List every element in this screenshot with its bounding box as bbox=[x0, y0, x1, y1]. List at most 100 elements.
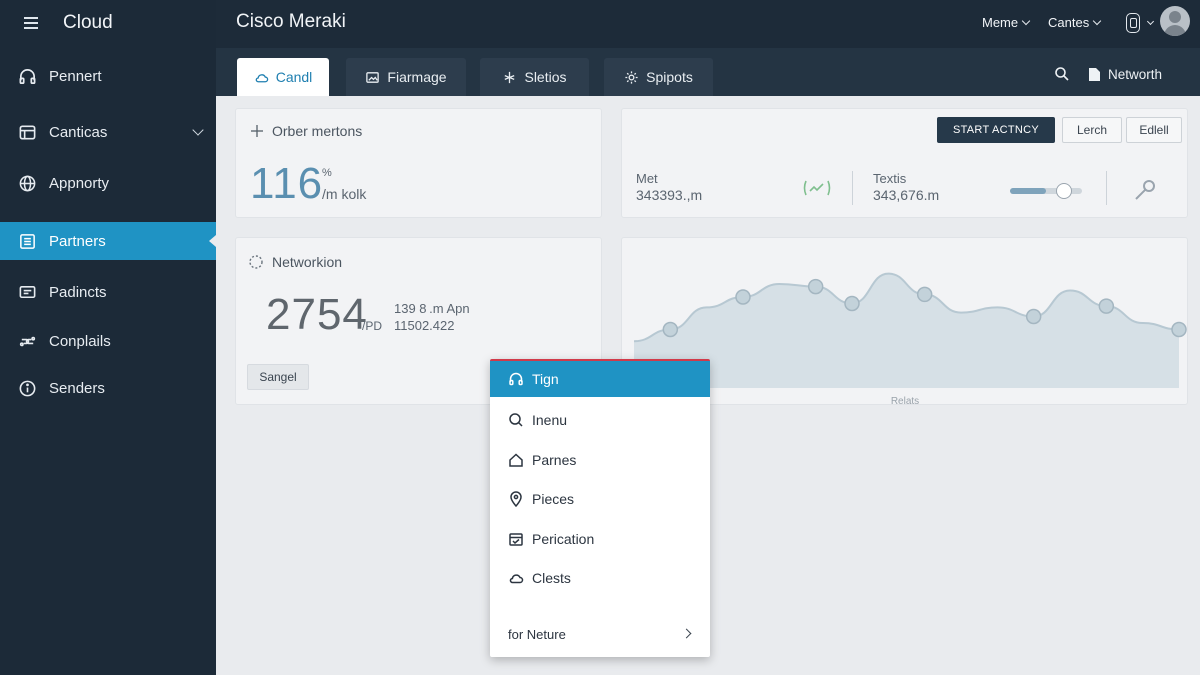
chart-area bbox=[634, 273, 1179, 388]
cloud-icon bbox=[509, 574, 524, 584]
sidebar-item-senders[interactable]: Senders bbox=[0, 369, 216, 407]
metric-value: 2754 bbox=[266, 290, 368, 339]
sidebar-item-label: Pennert bbox=[49, 67, 102, 85]
card-title: Orber mertons bbox=[250, 123, 362, 139]
edit-button[interactable]: Edlell bbox=[1126, 117, 1182, 143]
meme-dropdown[interactable]: Meme bbox=[982, 15, 1031, 30]
metric-sub: /m kolk bbox=[322, 186, 367, 202]
document-icon bbox=[1089, 68, 1100, 81]
chevron-right-icon bbox=[681, 628, 692, 639]
avatar[interactable] bbox=[1160, 6, 1190, 36]
networth-label: Networth bbox=[1108, 67, 1163, 82]
sidebar-item-label: Canticas bbox=[49, 123, 108, 141]
card-title-text: Networkion bbox=[272, 254, 343, 270]
tab-sletios[interactable]: Sletios bbox=[480, 58, 589, 96]
tab-candl[interactable]: Candl bbox=[237, 58, 329, 96]
wrench-icon[interactable] bbox=[1132, 177, 1158, 208]
sidebar-item-label: Conplails bbox=[49, 332, 111, 350]
sangel-button[interactable]: Sangel bbox=[247, 364, 309, 390]
chart-point[interactable] bbox=[807, 278, 824, 295]
menu-item-label: Parnes bbox=[532, 452, 577, 468]
menu-item-parnes[interactable]: Parnes bbox=[490, 442, 710, 478]
tab-spipots[interactable]: Spipots bbox=[604, 58, 713, 96]
menu-item-label: Perication bbox=[532, 531, 595, 547]
loading-icon bbox=[249, 255, 263, 269]
headphones-icon bbox=[509, 372, 523, 386]
chart-point[interactable] bbox=[735, 289, 751, 305]
card-title-text: Orber mertons bbox=[272, 123, 363, 139]
app-title: Cisco Meraki bbox=[236, 11, 346, 32]
metric-unit: /PD bbox=[362, 319, 383, 333]
tab-row: Candl Fiarmage Sletios Spipots Networth bbox=[216, 48, 1200, 96]
top-bar: Cisco Meraki Meme Cantes bbox=[216, 0, 1200, 48]
menu-item-perication[interactable]: Perication bbox=[490, 521, 710, 557]
chart-point[interactable] bbox=[916, 286, 933, 303]
cantes-dropdown-label: Cantes bbox=[1048, 15, 1090, 30]
menu-item-label: Tign bbox=[532, 371, 559, 387]
menu-item-clests[interactable]: Clests bbox=[490, 560, 710, 596]
lerch-button[interactable]: Lerch bbox=[1062, 117, 1122, 143]
texts-value: 343,676.m bbox=[873, 187, 940, 203]
settings-icon bbox=[625, 70, 638, 84]
search-icon bbox=[509, 413, 523, 427]
network-icon bbox=[505, 71, 515, 83]
x-axis-label: Relats bbox=[891, 396, 919, 406]
slider-fill bbox=[1010, 188, 1046, 194]
menu-item-label: Clests bbox=[532, 570, 571, 586]
chart-point[interactable] bbox=[844, 295, 860, 312]
sidebar-item-label: Partners bbox=[49, 232, 106, 250]
texts-label: Textis bbox=[873, 171, 907, 186]
device-icon[interactable] bbox=[1126, 13, 1140, 33]
plus-icon bbox=[251, 125, 263, 137]
dashboard-icon bbox=[17, 122, 37, 142]
divider bbox=[852, 171, 853, 205]
meme-dropdown-label: Meme bbox=[982, 15, 1019, 30]
sidebar-item-padincts[interactable]: Padincts bbox=[0, 273, 216, 311]
headphones-icon bbox=[17, 66, 37, 86]
tab-label: Candl bbox=[275, 69, 313, 85]
menu-item-for-neture[interactable]: for Neture bbox=[490, 616, 710, 652]
level-slider[interactable] bbox=[1010, 183, 1082, 199]
divider bbox=[1106, 171, 1107, 205]
globe-icon bbox=[17, 173, 37, 193]
cloud-icon bbox=[255, 73, 268, 82]
chart-point[interactable] bbox=[662, 321, 679, 338]
sidebar-item-partners[interactable]: Partners bbox=[0, 222, 216, 260]
metric-line2: 11502.422 bbox=[394, 318, 455, 333]
sidebar-item-pennert[interactable]: Pennert bbox=[0, 57, 216, 95]
menu-item-pieces[interactable]: Pieces bbox=[490, 481, 710, 517]
menu-item-label: Inenu bbox=[532, 412, 568, 428]
chevron-down-icon bbox=[1021, 16, 1031, 26]
dropdown-menu: Tign Inenu Parnes Pieces Perication Cles… bbox=[490, 359, 710, 657]
chart-point[interactable] bbox=[1098, 298, 1115, 314]
sidebar-item-label: Appnorty bbox=[49, 174, 110, 192]
met-value: 343393.,m bbox=[636, 187, 703, 203]
chevron-down-icon[interactable] bbox=[1146, 17, 1155, 26]
menu-item-inenu[interactable]: Inenu bbox=[490, 402, 710, 438]
metric-value: 116 bbox=[250, 159, 324, 208]
networth-link[interactable]: Networth bbox=[1088, 67, 1162, 82]
tab-label: Spipots bbox=[646, 69, 693, 85]
tab-fiarmage[interactable]: Fiarmage bbox=[346, 58, 466, 96]
document-icon bbox=[17, 282, 37, 302]
image-icon bbox=[366, 71, 380, 83]
search-icon[interactable] bbox=[1054, 66, 1070, 87]
slider-handle[interactable] bbox=[1056, 183, 1072, 199]
menu-item-label: for Neture bbox=[508, 626, 566, 642]
sidebar-item-canticas[interactable]: Canticas bbox=[0, 113, 216, 151]
sidebar-item-appnorty[interactable]: Appnorty bbox=[0, 164, 216, 202]
metric-unit: % bbox=[322, 167, 332, 179]
sidebar-item-label: Senders bbox=[49, 379, 105, 397]
cantes-dropdown[interactable]: Cantes bbox=[1048, 15, 1102, 30]
chart-point[interactable] bbox=[1025, 308, 1042, 325]
chevron-down-icon bbox=[1092, 16, 1102, 26]
sidebar-item-conplails[interactable]: Conplails bbox=[0, 322, 216, 360]
card-title: Networkion bbox=[248, 254, 342, 270]
menu-item-tign[interactable]: Tign bbox=[490, 361, 710, 397]
location-pin-icon bbox=[510, 491, 522, 507]
info-icon bbox=[17, 378, 37, 398]
start-activity-button[interactable]: START ACTNCY bbox=[937, 117, 1055, 143]
activity-card: START ACTNCY Lerch Edlell Met 343393.,m … bbox=[621, 108, 1188, 218]
menu-icon[interactable] bbox=[24, 17, 38, 29]
chart-point[interactable] bbox=[1171, 321, 1187, 338]
